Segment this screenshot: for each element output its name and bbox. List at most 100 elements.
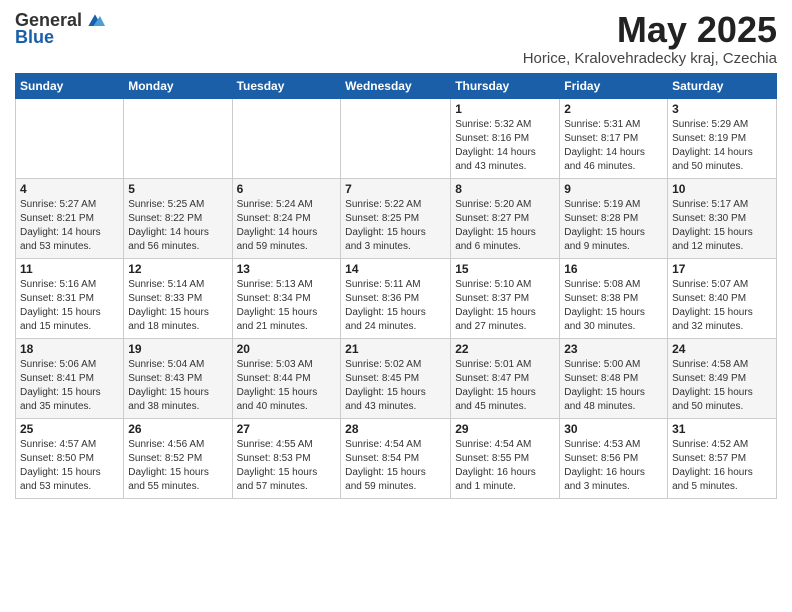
day-info: Sunrise: 5:08 AM Sunset: 8:38 PM Dayligh… <box>564 278 663 334</box>
day-number: 22 <box>455 342 555 356</box>
day-info: Sunrise: 5:02 AM Sunset: 8:45 PM Dayligh… <box>345 358 446 414</box>
day-info: Sunrise: 4:58 AM Sunset: 8:49 PM Dayligh… <box>672 358 772 414</box>
day-info: Sunrise: 4:55 AM Sunset: 8:53 PM Dayligh… <box>237 438 337 494</box>
day-info: Sunrise: 5:19 AM Sunset: 8:28 PM Dayligh… <box>564 198 663 254</box>
page-header: General Blue May 2025 Horice, Kralovehra… <box>15 10 777 67</box>
calendar-cell: 23Sunrise: 5:00 AM Sunset: 8:48 PM Dayli… <box>560 338 668 418</box>
day-info: Sunrise: 5:14 AM Sunset: 8:33 PM Dayligh… <box>128 278 227 334</box>
calendar-cell: 15 Sunrise: 5:10 AM Sunset: 8:37 PM Dayli… <box>451 258 560 338</box>
week-row-2: 11 Sunrise: 5:16 AM Sunset: 8:31 PM Dayli… <box>16 258 777 338</box>
calendar-cell: 11 Sunrise: 5:16 AM Sunset: 8:31 PM Dayli… <box>16 258 124 338</box>
day-info: Sunrise: 5:11 AM Sunset: 8:36 PM Dayligh… <box>345 278 446 334</box>
day-number: 2 <box>564 102 663 116</box>
calendar-cell: 22Sunrise: 5:01 AM Sunset: 8:47 PM Dayli… <box>451 338 560 418</box>
calendar-cell: 25 Sunrise: 4:57 AM Sunset: 8:50 PM Dayli… <box>16 418 124 498</box>
day-info: Sunrise: 4:57 AM Sunset: 8:50 PM Dayligh… <box>20 438 119 494</box>
day-number: 13 <box>237 262 337 276</box>
week-row-0: 1Sunrise: 5:32 AM Sunset: 8:16 PM Daylig… <box>16 98 777 178</box>
day-info: Sunrise: 4:52 AM Sunset: 8:57 PM Dayligh… <box>672 438 772 494</box>
calendar-cell <box>232 98 341 178</box>
day-number: 15 <box>455 262 555 276</box>
calendar-cell <box>124 98 232 178</box>
day-number: 16 <box>564 262 663 276</box>
day-info: Sunrise: 4:54 AM Sunset: 8:55 PM Dayligh… <box>455 438 555 494</box>
calendar-cell: 21 Sunrise: 5:02 AM Sunset: 8:45 PM Dayli… <box>341 338 451 418</box>
day-info: Sunrise: 5:25 AM Sunset: 8:22 PM Dayligh… <box>128 198 227 254</box>
day-number: 5 <box>128 182 227 196</box>
calendar-cell: 1Sunrise: 5:32 AM Sunset: 8:16 PM Daylig… <box>451 98 560 178</box>
day-number: 28 <box>345 422 446 436</box>
calendar-cell: 18 Sunrise: 5:06 AM Sunset: 8:41 PM Dayli… <box>16 338 124 418</box>
calendar-cell: 28 Sunrise: 4:54 AM Sunset: 8:54 PM Dayli… <box>341 418 451 498</box>
header-tuesday: Tuesday <box>232 73 341 98</box>
calendar-cell: 10Sunrise: 5:17 AM Sunset: 8:30 PM Dayli… <box>668 178 777 258</box>
day-info: Sunrise: 5:00 AM Sunset: 8:48 PM Dayligh… <box>564 358 663 414</box>
title-area: May 2025 Horice, Kralovehradecky kraj, C… <box>523 10 777 67</box>
calendar-cell: 8Sunrise: 5:20 AM Sunset: 8:27 PM Daylig… <box>451 178 560 258</box>
calendar-cell <box>16 98 124 178</box>
day-info: Sunrise: 5:13 AM Sunset: 8:34 PM Dayligh… <box>237 278 337 334</box>
day-number: 24 <box>672 342 772 356</box>
day-info: Sunrise: 5:29 AM Sunset: 8:19 PM Dayligh… <box>672 118 772 174</box>
day-number: 30 <box>564 422 663 436</box>
calendar-table: SundayMondayTuesdayWednesdayThursdayFrid… <box>15 73 777 499</box>
logo-blue-text: Blue <box>15 27 54 48</box>
day-number: 11 <box>20 262 119 276</box>
day-number: 7 <box>345 182 446 196</box>
header-wednesday: Wednesday <box>341 73 451 98</box>
day-info: Sunrise: 5:17 AM Sunset: 8:30 PM Dayligh… <box>672 198 772 254</box>
day-info: Sunrise: 5:06 AM Sunset: 8:41 PM Dayligh… <box>20 358 119 414</box>
day-info: Sunrise: 5:04 AM Sunset: 8:43 PM Dayligh… <box>128 358 227 414</box>
calendar-cell: 20 Sunrise: 5:03 AM Sunset: 8:44 PM Dayli… <box>232 338 341 418</box>
day-number: 9 <box>564 182 663 196</box>
day-number: 29 <box>455 422 555 436</box>
calendar-cell: 12 Sunrise: 5:14 AM Sunset: 8:33 PM Dayli… <box>124 258 232 338</box>
week-row-1: 4 Sunrise: 5:27 AM Sunset: 8:21 PM Daylig… <box>16 178 777 258</box>
calendar-cell: 16 Sunrise: 5:08 AM Sunset: 8:38 PM Dayli… <box>560 258 668 338</box>
calendar-cell <box>341 98 451 178</box>
day-number: 20 <box>237 342 337 356</box>
day-number: 25 <box>20 422 119 436</box>
calendar-cell: 30Sunrise: 4:53 AM Sunset: 8:56 PM Dayli… <box>560 418 668 498</box>
calendar-cell: 5 Sunrise: 5:25 AM Sunset: 8:22 PM Daylig… <box>124 178 232 258</box>
day-number: 19 <box>128 342 227 356</box>
day-number: 31 <box>672 422 772 436</box>
day-number: 27 <box>237 422 337 436</box>
location: Horice, Kralovehradecky kraj, Czechia <box>523 50 777 67</box>
day-info: Sunrise: 5:24 AM Sunset: 8:24 PM Dayligh… <box>237 198 337 254</box>
calendar-cell: 24 Sunrise: 4:58 AM Sunset: 8:49 PM Dayli… <box>668 338 777 418</box>
day-info: Sunrise: 5:16 AM Sunset: 8:31 PM Dayligh… <box>20 278 119 334</box>
day-number: 26 <box>128 422 227 436</box>
month-title: May 2025 <box>523 10 777 50</box>
day-info: Sunrise: 5:22 AM Sunset: 8:25 PM Dayligh… <box>345 198 446 254</box>
day-info: Sunrise: 5:03 AM Sunset: 8:44 PM Dayligh… <box>237 358 337 414</box>
header-saturday: Saturday <box>668 73 777 98</box>
calendar-cell: 26 Sunrise: 4:56 AM Sunset: 8:52 PM Dayli… <box>124 418 232 498</box>
day-number: 12 <box>128 262 227 276</box>
day-number: 8 <box>455 182 555 196</box>
calendar-cell: 9 Sunrise: 5:19 AM Sunset: 8:28 PM Daylig… <box>560 178 668 258</box>
day-number: 18 <box>20 342 119 356</box>
day-number: 21 <box>345 342 446 356</box>
day-info: Sunrise: 5:27 AM Sunset: 8:21 PM Dayligh… <box>20 198 119 254</box>
calendar-cell: 14Sunrise: 5:11 AM Sunset: 8:36 PM Dayli… <box>341 258 451 338</box>
header-friday: Friday <box>560 73 668 98</box>
calendar-cell: 27 Sunrise: 4:55 AM Sunset: 8:53 PM Dayli… <box>232 418 341 498</box>
header-row: SundayMondayTuesdayWednesdayThursdayFrid… <box>16 73 777 98</box>
header-monday: Monday <box>124 73 232 98</box>
header-sunday: Sunday <box>16 73 124 98</box>
calendar-cell: 2 Sunrise: 5:31 AM Sunset: 8:17 PM Daylig… <box>560 98 668 178</box>
logo: General Blue <box>15 10 105 48</box>
calendar-cell: 29 Sunrise: 4:54 AM Sunset: 8:55 PM Dayli… <box>451 418 560 498</box>
week-row-4: 25 Sunrise: 4:57 AM Sunset: 8:50 PM Dayli… <box>16 418 777 498</box>
day-info: Sunrise: 5:31 AM Sunset: 8:17 PM Dayligh… <box>564 118 663 174</box>
day-number: 4 <box>20 182 119 196</box>
calendar-cell: 19 Sunrise: 5:04 AM Sunset: 8:43 PM Dayli… <box>124 338 232 418</box>
calendar-cell: 13 Sunrise: 5:13 AM Sunset: 8:34 PM Dayli… <box>232 258 341 338</box>
day-number: 3 <box>672 102 772 116</box>
calendar-cell: 7 Sunrise: 5:22 AM Sunset: 8:25 PM Daylig… <box>341 178 451 258</box>
day-info: Sunrise: 4:54 AM Sunset: 8:54 PM Dayligh… <box>345 438 446 494</box>
day-info: Sunrise: 4:56 AM Sunset: 8:52 PM Dayligh… <box>128 438 227 494</box>
day-info: Sunrise: 5:10 AM Sunset: 8:37 PM Dayligh… <box>455 278 555 334</box>
calendar-cell: 6Sunrise: 5:24 AM Sunset: 8:24 PM Daylig… <box>232 178 341 258</box>
